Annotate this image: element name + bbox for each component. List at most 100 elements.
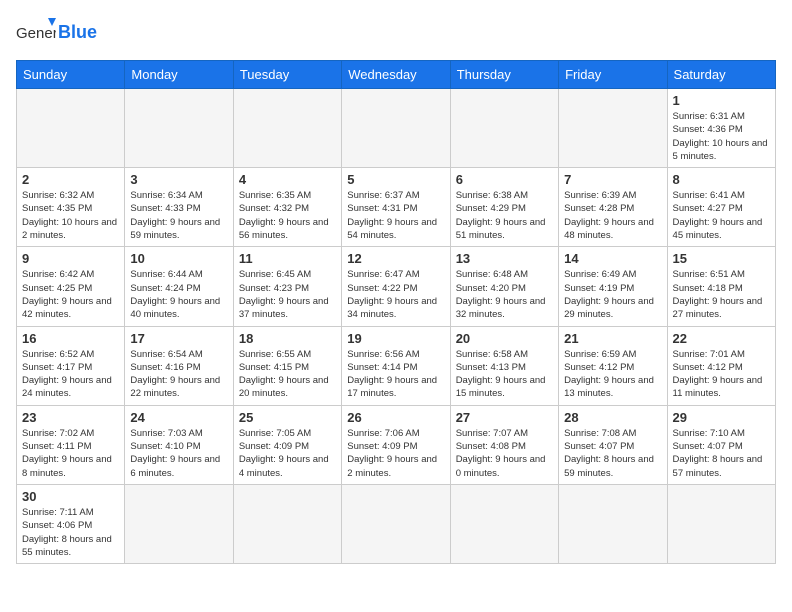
day-info: Sunrise: 6:34 AM Sunset: 4:33 PM Dayligh… xyxy=(130,189,227,242)
weekday-header-friday: Friday xyxy=(559,61,667,89)
day-info: Sunrise: 6:41 AM Sunset: 4:27 PM Dayligh… xyxy=(673,189,770,242)
calendar-week-2: 9 Sunrise: 6:42 AM Sunset: 4:25 PM Daylig… xyxy=(17,247,776,326)
day-number: 8 xyxy=(673,172,770,187)
calendar-cell: 2 Sunrise: 6:32 AM Sunset: 4:35 PM Daylig… xyxy=(17,168,125,247)
weekday-header-tuesday: Tuesday xyxy=(233,61,341,89)
calendar-cell: 22 Sunrise: 7:01 AM Sunset: 4:12 PM Dayli… xyxy=(667,326,775,405)
day-number: 5 xyxy=(347,172,444,187)
day-info: Sunrise: 6:39 AM Sunset: 4:28 PM Dayligh… xyxy=(564,189,661,242)
calendar-cell: 18 Sunrise: 6:55 AM Sunset: 4:15 PM Dayli… xyxy=(233,326,341,405)
day-number: 3 xyxy=(130,172,227,187)
day-number: 29 xyxy=(673,410,770,425)
calendar-cell: 11Sunrise: 6:45 AM Sunset: 4:23 PM Dayli… xyxy=(233,247,341,326)
calendar-cell: 12Sunrise: 6:47 AM Sunset: 4:22 PM Dayli… xyxy=(342,247,450,326)
calendar-cell xyxy=(450,484,558,563)
weekday-header-saturday: Saturday xyxy=(667,61,775,89)
day-number: 6 xyxy=(456,172,553,187)
day-info: Sunrise: 6:35 AM Sunset: 4:32 PM Dayligh… xyxy=(239,189,336,242)
day-info: Sunrise: 6:45 AM Sunset: 4:23 PM Dayligh… xyxy=(239,268,336,321)
calendar-cell: 16 Sunrise: 6:52 AM Sunset: 4:17 PM Dayli… xyxy=(17,326,125,405)
day-info: Sunrise: 6:38 AM Sunset: 4:29 PM Dayligh… xyxy=(456,189,553,242)
calendar-cell: 19 Sunrise: 6:56 AM Sunset: 4:14 PM Dayli… xyxy=(342,326,450,405)
day-info: Sunrise: 6:49 AM Sunset: 4:19 PM Dayligh… xyxy=(564,268,661,321)
calendar-cell: 25Sunrise: 7:05 AM Sunset: 4:09 PM Dayli… xyxy=(233,405,341,484)
day-number: 9 xyxy=(22,251,119,266)
day-number: 18 xyxy=(239,331,336,346)
day-number: 22 xyxy=(673,331,770,346)
day-info: Sunrise: 6:59 AM Sunset: 4:12 PM Dayligh… xyxy=(564,348,661,401)
day-number: 25 xyxy=(239,410,336,425)
calendar-body: 1 Sunrise: 6:31 AM Sunset: 4:36 PM Daylig… xyxy=(17,89,776,564)
calendar-cell: 4 Sunrise: 6:35 AM Sunset: 4:32 PM Daylig… xyxy=(233,168,341,247)
calendar-cell xyxy=(125,89,233,168)
day-number: 1 xyxy=(673,93,770,108)
header: GeneralBlue xyxy=(16,16,776,48)
calendar-cell: 10Sunrise: 6:44 AM Sunset: 4:24 PM Dayli… xyxy=(125,247,233,326)
calendar-cell: 8 Sunrise: 6:41 AM Sunset: 4:27 PM Daylig… xyxy=(667,168,775,247)
calendar-cell: 30Sunrise: 7:11 AM Sunset: 4:06 PM Dayli… xyxy=(17,484,125,563)
day-info: Sunrise: 7:11 AM Sunset: 4:06 PM Dayligh… xyxy=(22,506,119,559)
calendar-cell xyxy=(342,89,450,168)
day-info: Sunrise: 6:44 AM Sunset: 4:24 PM Dayligh… xyxy=(130,268,227,321)
calendar-table: SundayMondayTuesdayWednesdayThursdayFrid… xyxy=(16,60,776,564)
day-info: Sunrise: 7:03 AM Sunset: 4:10 PM Dayligh… xyxy=(130,427,227,480)
day-number: 14 xyxy=(564,251,661,266)
calendar-cell: 13 Sunrise: 6:48 AM Sunset: 4:20 PM Dayli… xyxy=(450,247,558,326)
day-info: Sunrise: 7:07 AM Sunset: 4:08 PM Dayligh… xyxy=(456,427,553,480)
calendar-cell: 20Sunrise: 6:58 AM Sunset: 4:13 PM Dayli… xyxy=(450,326,558,405)
weekday-header-wednesday: Wednesday xyxy=(342,61,450,89)
day-number: 7 xyxy=(564,172,661,187)
calendar-week-0: 1 Sunrise: 6:31 AM Sunset: 4:36 PM Daylig… xyxy=(17,89,776,168)
calendar-cell: 14 Sunrise: 6:49 AM Sunset: 4:19 PM Dayli… xyxy=(559,247,667,326)
day-number: 17 xyxy=(130,331,227,346)
calendar-week-3: 16 Sunrise: 6:52 AM Sunset: 4:17 PM Dayli… xyxy=(17,326,776,405)
day-number: 2 xyxy=(22,172,119,187)
day-number: 13 xyxy=(456,251,553,266)
day-info: Sunrise: 6:56 AM Sunset: 4:14 PM Dayligh… xyxy=(347,348,444,401)
calendar-cell xyxy=(233,89,341,168)
day-info: Sunrise: 6:47 AM Sunset: 4:22 PM Dayligh… xyxy=(347,268,444,321)
calendar-cell xyxy=(450,89,558,168)
day-info: Sunrise: 6:31 AM Sunset: 4:36 PM Dayligh… xyxy=(673,110,770,163)
day-info: Sunrise: 7:01 AM Sunset: 4:12 PM Dayligh… xyxy=(673,348,770,401)
calendar-cell: 21 Sunrise: 6:59 AM Sunset: 4:12 PM Dayli… xyxy=(559,326,667,405)
day-number: 24 xyxy=(130,410,227,425)
calendar-week-4: 23 Sunrise: 7:02 AM Sunset: 4:11 PM Dayli… xyxy=(17,405,776,484)
calendar-cell: 23 Sunrise: 7:02 AM Sunset: 4:11 PM Dayli… xyxy=(17,405,125,484)
day-info: Sunrise: 6:42 AM Sunset: 4:25 PM Dayligh… xyxy=(22,268,119,321)
calendar-cell: 7 Sunrise: 6:39 AM Sunset: 4:28 PM Daylig… xyxy=(559,168,667,247)
day-info: Sunrise: 6:52 AM Sunset: 4:17 PM Dayligh… xyxy=(22,348,119,401)
day-number: 23 xyxy=(22,410,119,425)
day-info: Sunrise: 6:48 AM Sunset: 4:20 PM Dayligh… xyxy=(456,268,553,321)
day-info: Sunrise: 7:08 AM Sunset: 4:07 PM Dayligh… xyxy=(564,427,661,480)
calendar-cell: 17 Sunrise: 6:54 AM Sunset: 4:16 PM Dayli… xyxy=(125,326,233,405)
logo-blue-text: Blue xyxy=(58,22,97,43)
calendar-cell: 9 Sunrise: 6:42 AM Sunset: 4:25 PM Daylig… xyxy=(17,247,125,326)
calendar-cell: 24 Sunrise: 7:03 AM Sunset: 4:10 PM Dayli… xyxy=(125,405,233,484)
calendar-cell: 27Sunrise: 7:07 AM Sunset: 4:08 PM Dayli… xyxy=(450,405,558,484)
calendar-cell xyxy=(559,89,667,168)
day-info: Sunrise: 6:32 AM Sunset: 4:35 PM Dayligh… xyxy=(22,189,119,242)
calendar-cell xyxy=(342,484,450,563)
weekday-header-row: SundayMondayTuesdayWednesdayThursdayFrid… xyxy=(17,61,776,89)
day-info: Sunrise: 7:06 AM Sunset: 4:09 PM Dayligh… xyxy=(347,427,444,480)
generalblue-logo-icon: General xyxy=(16,16,56,48)
day-info: Sunrise: 6:54 AM Sunset: 4:16 PM Dayligh… xyxy=(130,348,227,401)
day-number: 19 xyxy=(347,331,444,346)
calendar-cell: 26Sunrise: 7:06 AM Sunset: 4:09 PM Dayli… xyxy=(342,405,450,484)
day-number: 16 xyxy=(22,331,119,346)
day-info: Sunrise: 6:37 AM Sunset: 4:31 PM Dayligh… xyxy=(347,189,444,242)
day-number: 4 xyxy=(239,172,336,187)
day-info: Sunrise: 7:02 AM Sunset: 4:11 PM Dayligh… xyxy=(22,427,119,480)
weekday-header-thursday: Thursday xyxy=(450,61,558,89)
day-info: Sunrise: 6:55 AM Sunset: 4:15 PM Dayligh… xyxy=(239,348,336,401)
calendar-week-5: 30Sunrise: 7:11 AM Sunset: 4:06 PM Dayli… xyxy=(17,484,776,563)
day-info: Sunrise: 7:10 AM Sunset: 4:07 PM Dayligh… xyxy=(673,427,770,480)
calendar-cell: 15Sunrise: 6:51 AM Sunset: 4:18 PM Dayli… xyxy=(667,247,775,326)
calendar-cell xyxy=(559,484,667,563)
calendar-week-1: 2 Sunrise: 6:32 AM Sunset: 4:35 PM Daylig… xyxy=(17,168,776,247)
svg-text:General: General xyxy=(16,25,56,42)
day-number: 21 xyxy=(564,331,661,346)
calendar-cell xyxy=(17,89,125,168)
day-number: 20 xyxy=(456,331,553,346)
